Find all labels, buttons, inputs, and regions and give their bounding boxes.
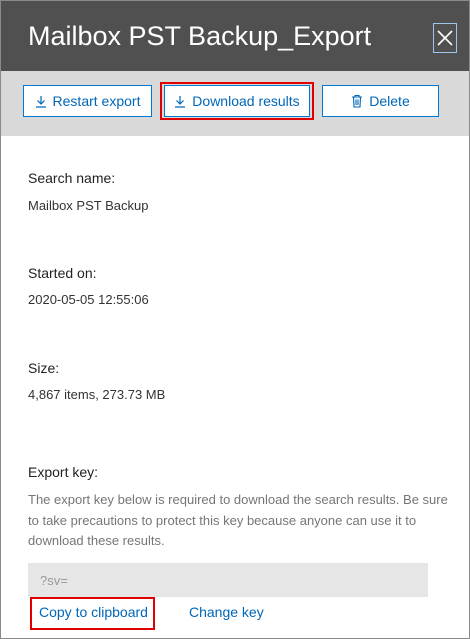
copy-to-clipboard-link[interactable]: Copy to clipboard	[39, 604, 148, 620]
size-label: Size:	[28, 360, 60, 376]
size-value: 4,867 items, 273.73 MB	[28, 387, 166, 402]
search-name-value: Mailbox PST Backup	[28, 198, 149, 213]
download-results-label: Download results	[192, 93, 300, 109]
restart-export-button[interactable]: Restart export	[23, 85, 152, 117]
started-on-value: 2020-05-05 12:55:06	[28, 292, 149, 307]
change-key-link[interactable]: Change key	[189, 604, 264, 620]
trash-icon	[352, 94, 363, 108]
export-key-description: The export key below is required to down…	[28, 492, 448, 548]
download-results-button[interactable]: Download results	[164, 85, 310, 117]
search-name-label: Search name:	[28, 170, 116, 186]
panel-header: Mailbox PST Backup_Export	[1, 1, 469, 71]
delete-button[interactable]: Delete	[322, 85, 439, 117]
delete-label: Delete	[369, 93, 410, 109]
restart-export-label: Restart export	[52, 93, 141, 109]
download-icon	[175, 95, 186, 108]
panel-title: Mailbox PST Backup_Export	[28, 21, 372, 51]
download-icon	[35, 95, 46, 108]
export-key-label: Export key:	[28, 464, 99, 480]
export-details-panel: Mailbox PST Backup_Export Restart export…	[0, 0, 470, 639]
export-key-field[interactable]	[28, 563, 428, 597]
close-icon	[437, 30, 453, 46]
action-toolbar: Restart export Download results Delete	[1, 71, 469, 136]
close-button[interactable]	[433, 23, 457, 53]
started-on-label: Started on:	[28, 265, 97, 281]
